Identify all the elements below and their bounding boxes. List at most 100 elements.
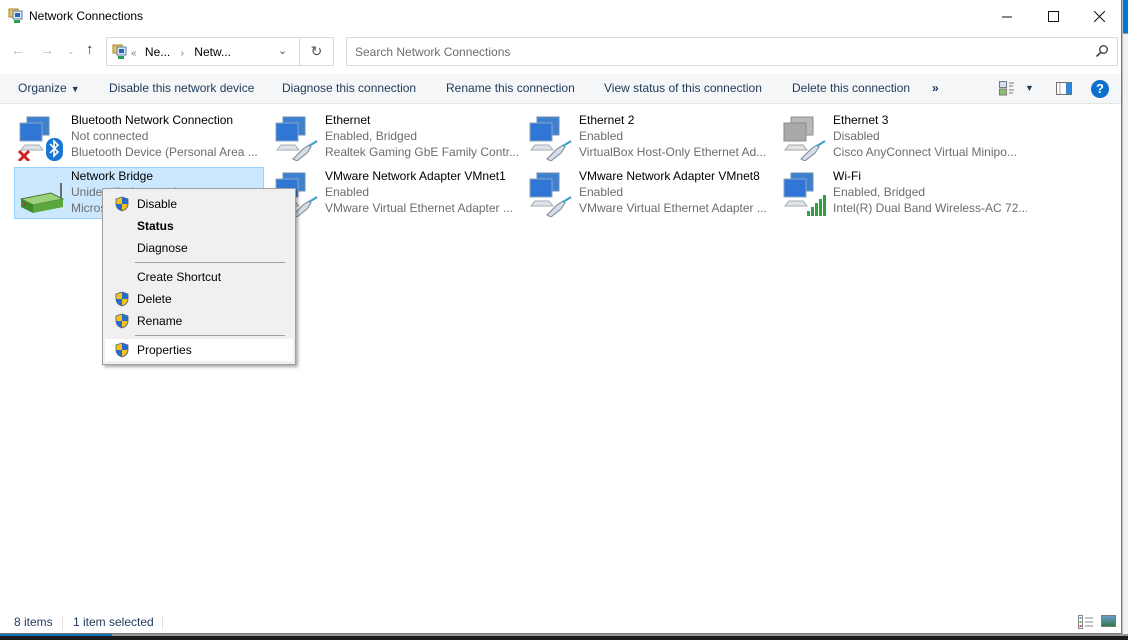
breadcrumb-overflow[interactable]: «: [131, 48, 137, 59]
connection-name: Ethernet: [325, 113, 371, 127]
menu-item-properties[interactable]: Properties: [105, 339, 293, 361]
large-icons-view-icon[interactable]: [1101, 615, 1116, 627]
status-divider: [62, 615, 63, 630]
change-view-icon[interactable]: [999, 81, 1015, 96]
address-bar[interactable]: « Ne... › Netw... ⌄: [106, 37, 300, 66]
connection-item-bluetooth[interactable]: Bluetooth Network Connection Not connect…: [14, 111, 264, 163]
connection-device: Cisco AnyConnect Virtual Minipo...: [833, 145, 1017, 159]
diagnose-connection-button[interactable]: Diagnose this connection: [282, 81, 416, 95]
menu-separator: [135, 335, 285, 336]
connection-item-ethernet-2[interactable]: Ethernet 2 Enabled VirtualBox Host-Only …: [522, 111, 772, 163]
search-box[interactable]: [346, 37, 1118, 66]
menu-item-label: Diagnose: [137, 241, 188, 255]
menu-separator: [135, 262, 285, 263]
rename-connection-button[interactable]: Rename this connection: [446, 81, 575, 95]
connection-name: Bluetooth Network Connection: [71, 113, 234, 127]
connection-item-ethernet-3[interactable]: Ethernet 3 Disabled Cisco AnyConnect Vir…: [776, 111, 1026, 163]
connection-status: Disabled: [833, 129, 880, 143]
network-connections-icon: [8, 8, 23, 23]
item-count: 8 items: [14, 615, 53, 629]
forward-button[interactable]: →: [40, 42, 54, 58]
recent-locations-button[interactable]: ⌄: [67, 46, 75, 57]
ethernet-icon: [529, 116, 572, 161]
connection-status: Not connected: [71, 129, 149, 143]
connection-status: Enabled: [579, 185, 624, 199]
command-bar: Organize ▼ Disable this network device Di…: [0, 74, 1121, 104]
menu-item-label: Disable: [137, 197, 178, 211]
uac-shield-icon: [115, 313, 129, 329]
menu-item-create-shortcut[interactable]: Create Shortcut: [105, 266, 293, 288]
status-bar: 8 items 1 item selected: [0, 612, 1121, 633]
connection-name: Network Bridge: [71, 169, 154, 183]
connection-item-ethernet[interactable]: Ethernet Enabled, Bridged Realtek Gaming…: [268, 111, 519, 163]
connection-status: Enabled, Bridged: [833, 185, 926, 199]
connection-status: Enabled, Bridged: [325, 129, 418, 143]
view-status-button[interactable]: View status of this connection: [604, 81, 762, 95]
menu-item-label: Status: [137, 219, 174, 233]
title-bar[interactable]: Network Connections: [0, 0, 1121, 32]
menu-item-label: Delete: [137, 292, 172, 306]
connection-item-vmnet8[interactable]: VMware Network Adapter VMnet8 Enabled VM…: [522, 167, 772, 219]
breadcrumb-item[interactable]: Ne...: [145, 45, 170, 59]
minimize-button[interactable]: [984, 0, 1030, 32]
connection-device: Realtek Gaming GbE Family Contr...: [325, 145, 519, 159]
network-connections-window: Network Connections ← → ⌄ ↑ « Ne... › Ne…: [0, 0, 1122, 634]
caret-down-icon: ▼: [70, 84, 80, 94]
taskbar-edge: [0, 634, 1128, 640]
search-icon: [1095, 45, 1108, 58]
connection-name: Wi-Fi: [833, 169, 861, 183]
connection-device: VirtualBox Host-Only Ethernet Ad...: [579, 145, 767, 159]
preview-pane-icon[interactable]: [1056, 82, 1072, 95]
delete-connection-button[interactable]: Delete this connection: [792, 81, 910, 95]
disable-device-button[interactable]: Disable this network device: [109, 81, 254, 95]
back-button[interactable]: ←: [11, 42, 25, 58]
uac-shield-icon: [115, 196, 129, 212]
address-dropdown-icon[interactable]: ⌄: [278, 44, 287, 57]
maximize-icon: [1047, 10, 1059, 22]
view-options-dropdown-icon[interactable]: ▼: [1025, 83, 1034, 93]
network-connections-icon: [112, 44, 127, 59]
connection-name: VMware Network Adapter VMnet1: [325, 169, 506, 183]
close-icon: [1093, 10, 1105, 22]
ethernet-icon: [529, 172, 572, 217]
connection-status: Enabled: [579, 129, 624, 143]
menu-item-rename[interactable]: Rename: [105, 310, 293, 332]
connection-name: Ethernet 3: [833, 113, 889, 127]
menu-item-delete[interactable]: Delete: [105, 288, 293, 310]
status-divider: [162, 615, 163, 630]
context-menu: Disable Status Diagnose Create Shortcut …: [102, 188, 296, 365]
wifi-adapter-icon: [783, 172, 826, 216]
connection-device: Intel(R) Dual Band Wireless-AC 72...: [833, 201, 1027, 215]
menu-item-disable[interactable]: Disable: [105, 193, 293, 215]
search-input[interactable]: [355, 45, 1055, 59]
refresh-button[interactable]: ↻: [300, 37, 334, 66]
ethernet-disabled-icon: [783, 116, 826, 161]
uac-shield-icon: [115, 291, 129, 307]
connection-name: VMware Network Adapter VMnet8: [579, 169, 760, 183]
maximize-button[interactable]: [1030, 0, 1076, 32]
details-view-icon[interactable]: [1078, 615, 1094, 629]
bluetooth-network-icon: [17, 116, 63, 161]
menu-item-diagnose[interactable]: Diagnose: [105, 237, 293, 259]
connection-item-vmnet1[interactable]: VMware Network Adapter VMnet1 Enabled VM…: [268, 167, 518, 219]
uac-shield-icon: [115, 342, 129, 358]
menu-item-label: Create Shortcut: [137, 270, 222, 284]
ethernet-icon: [275, 116, 318, 161]
connection-item-wifi[interactable]: Wi-Fi Enabled, Bridged Intel(R) Dual Ban…: [776, 167, 1027, 219]
more-commands-button[interactable]: »: [932, 81, 939, 95]
connection-name: Ethernet 2: [579, 113, 635, 127]
breadcrumb-separator-icon[interactable]: ›: [181, 48, 184, 59]
close-button[interactable]: [1076, 0, 1121, 32]
window-title: Network Connections: [29, 9, 144, 23]
desktop-edge: [1122, 0, 1128, 640]
breadcrumb: « Ne... › Netw...: [131, 45, 231, 59]
help-button[interactable]: ?: [1091, 80, 1109, 98]
connection-device: Bluetooth Device (Personal Area ...: [71, 145, 258, 159]
up-button[interactable]: ↑: [86, 41, 94, 58]
menu-item-label: Properties: [137, 343, 192, 357]
network-bridge-icon: [19, 183, 65, 213]
breadcrumb-item[interactable]: Netw...: [194, 45, 231, 59]
menu-item-label: Rename: [137, 314, 183, 328]
menu-item-status[interactable]: Status: [105, 215, 293, 237]
organize-menu[interactable]: Organize ▼: [18, 81, 80, 95]
